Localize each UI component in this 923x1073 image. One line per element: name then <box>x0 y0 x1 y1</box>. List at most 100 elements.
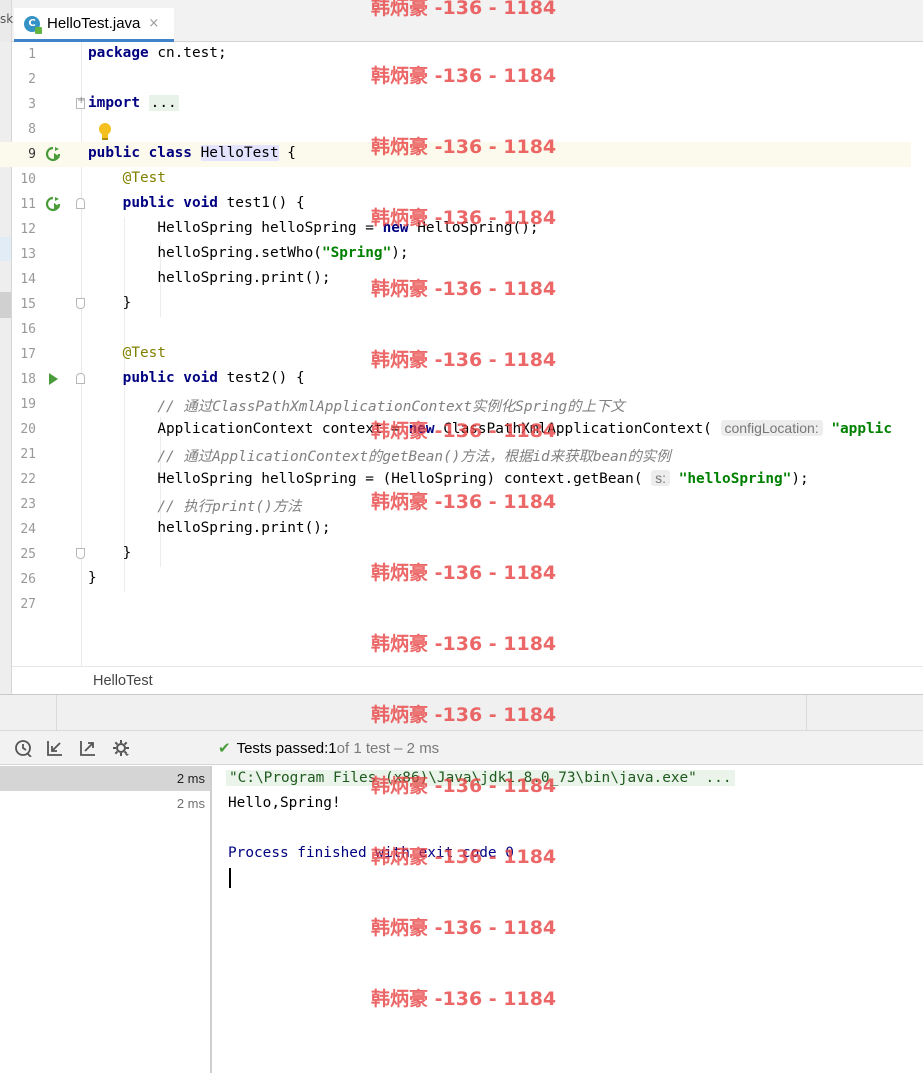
history-icon[interactable] <box>14 739 32 757</box>
code-line: 22 HelloSpring helloSpring = (HelloSprin… <box>0 467 911 492</box>
code-text: helloSpring.setWho( <box>157 245 322 261</box>
code-text: ); <box>791 471 809 487</box>
tests-status: ✔ Tests passed: 1 of 1 test – 2 ms <box>218 739 439 757</box>
fold-expand-icon[interactable] <box>76 95 85 109</box>
parameter-hint: s: <box>651 470 671 486</box>
code-line: 1 package cn.test; <box>0 42 911 67</box>
keyword: public void <box>122 370 218 386</box>
line-number: 11 <box>20 197 36 212</box>
breadcrumb-item[interactable]: HelloTest <box>93 673 153 689</box>
fold-icon[interactable] <box>76 298 85 309</box>
code-line: 15 } <box>0 292 911 317</box>
export-tests-icon[interactable] <box>79 739 97 757</box>
code-editor[interactable]: 1 package cn.test; 2 3 import ... 8 9 pu… <box>0 42 923 666</box>
close-icon[interactable]: × <box>148 16 159 31</box>
code-text: helloSpring.print(); <box>157 520 331 536</box>
comment: // 执行print()方法 <box>157 499 302 515</box>
divider <box>56 695 57 732</box>
tab-hellotest-java[interactable]: C HelloTest.java × <box>14 8 174 42</box>
line-number: 15 <box>20 297 36 312</box>
check-icon: ✔ <box>218 739 231 757</box>
line-number: 26 <box>20 572 36 587</box>
code-line: 23 // 执行print()方法 <box>0 492 911 517</box>
line-number: 13 <box>20 247 36 262</box>
line-number: 25 <box>20 547 36 562</box>
keyword: new <box>408 421 435 437</box>
run-icon[interactable] <box>45 371 61 387</box>
code-line: 11 public void test1() { <box>0 192 911 217</box>
console-output-line: Hello,Spring! <box>228 795 341 811</box>
code-line: 27 <box>0 592 911 617</box>
string-literal: "applic <box>822 421 892 437</box>
line-number: 24 <box>20 522 36 537</box>
code-text: HelloSpring(); <box>408 220 539 236</box>
test-tree-row[interactable]: 2 ms <box>0 766 210 791</box>
line-number: 17 <box>20 347 36 362</box>
code-line: 20 ApplicationContext context = new Clas… <box>0 417 911 442</box>
code-line: 14 helloSpring.print(); <box>0 267 911 292</box>
fold-icon[interactable] <box>76 198 85 209</box>
test-duration: 2 ms <box>176 771 205 786</box>
parameter-hint: configLocation: <box>720 420 823 436</box>
line-number: 14 <box>20 272 36 287</box>
comment: // 通过ApplicationContext的getBean()方法，根据id… <box>157 449 671 465</box>
line-number: 27 <box>20 597 36 612</box>
code-text: ApplicationContext context = <box>157 421 409 437</box>
keyword: import <box>88 95 140 111</box>
code-text: ClassPathXmlApplicationContext( <box>434 421 721 437</box>
code-line: 16 <box>0 317 911 342</box>
keyword: public void <box>122 195 218 211</box>
fold-icon[interactable] <box>76 373 85 384</box>
code-line: 19 // 通过ClassPathXmlApplicationContext实例… <box>0 392 911 417</box>
code-line-current: 9 public class HelloTest { <box>0 142 911 167</box>
line-number: 23 <box>20 497 36 512</box>
line-number: 8 <box>28 122 36 137</box>
import-tests-icon[interactable] <box>46 739 64 757</box>
code-line: 13 helloSpring.setWho("Spring"); <box>0 242 911 267</box>
breadcrumb[interactable]: HelloTest <box>12 666 923 694</box>
line-number: 19 <box>20 397 36 412</box>
code-text: } <box>122 295 132 311</box>
code-line: 26 } <box>0 567 911 592</box>
test-duration: 2 ms <box>176 796 205 811</box>
project-strip[interactable]: sk <box>0 0 13 42</box>
line-number: 21 <box>20 447 36 462</box>
code-text: helloSpring.print(); <box>157 270 331 286</box>
code-text: } <box>122 545 132 561</box>
code-line: 8 <box>0 117 911 142</box>
code-text: cn.test; <box>148 45 227 61</box>
test-runner-toolbar: ✔ Tests passed: 1 of 1 test – 2 ms <box>0 731 923 765</box>
run-panel-header <box>0 694 923 732</box>
annotation: @Test <box>122 345 166 361</box>
java-class-icon: C <box>24 15 42 34</box>
code-line: 10 @Test <box>0 167 911 192</box>
text-caret <box>229 868 231 888</box>
code-line: 18 public void test2() { <box>0 367 911 392</box>
code-text: ); <box>391 245 409 261</box>
code-line: 24 helloSpring.print(); <box>0 517 911 542</box>
settings-gear-icon[interactable] <box>112 739 130 757</box>
code-line: 21 // 通过ApplicationContext的getBean()方法，根… <box>0 442 911 467</box>
keyword: public class <box>88 145 192 161</box>
run-test-icon[interactable] <box>45 196 61 212</box>
run-tests-icon[interactable] <box>45 146 61 162</box>
code-line: 3 import ... <box>0 92 911 117</box>
console-exit-line: Process finished with exit code 0 <box>228 845 514 861</box>
test-tree-row[interactable]: 2 ms <box>0 791 210 816</box>
string-literal: "Spring" <box>321 245 392 261</box>
code-text: test2() { <box>217 370 305 386</box>
line-number: 16 <box>20 322 36 337</box>
line-number: 1 <box>28 47 36 62</box>
test-results-tree: 2 ms 2 ms <box>0 766 212 1073</box>
console-command-line[interactable]: "C:\Program Files (x86)\Java\jdk1.8.0_73… <box>226 770 735 786</box>
status-detail: of 1 test – 2 ms <box>336 739 440 757</box>
folded-imports[interactable]: ... <box>148 95 179 111</box>
console-output[interactable]: "C:\Program Files (x86)\Java\jdk1.8.0_73… <box>214 766 923 1073</box>
code-text: { <box>278 145 296 161</box>
annotation: @Test <box>122 170 166 186</box>
code-text: HelloSpring helloSpring = <box>157 220 383 236</box>
code-line: 25 } <box>0 542 911 567</box>
line-number: 12 <box>20 222 36 237</box>
fold-icon[interactable] <box>76 548 85 559</box>
line-number: 2 <box>28 72 36 87</box>
